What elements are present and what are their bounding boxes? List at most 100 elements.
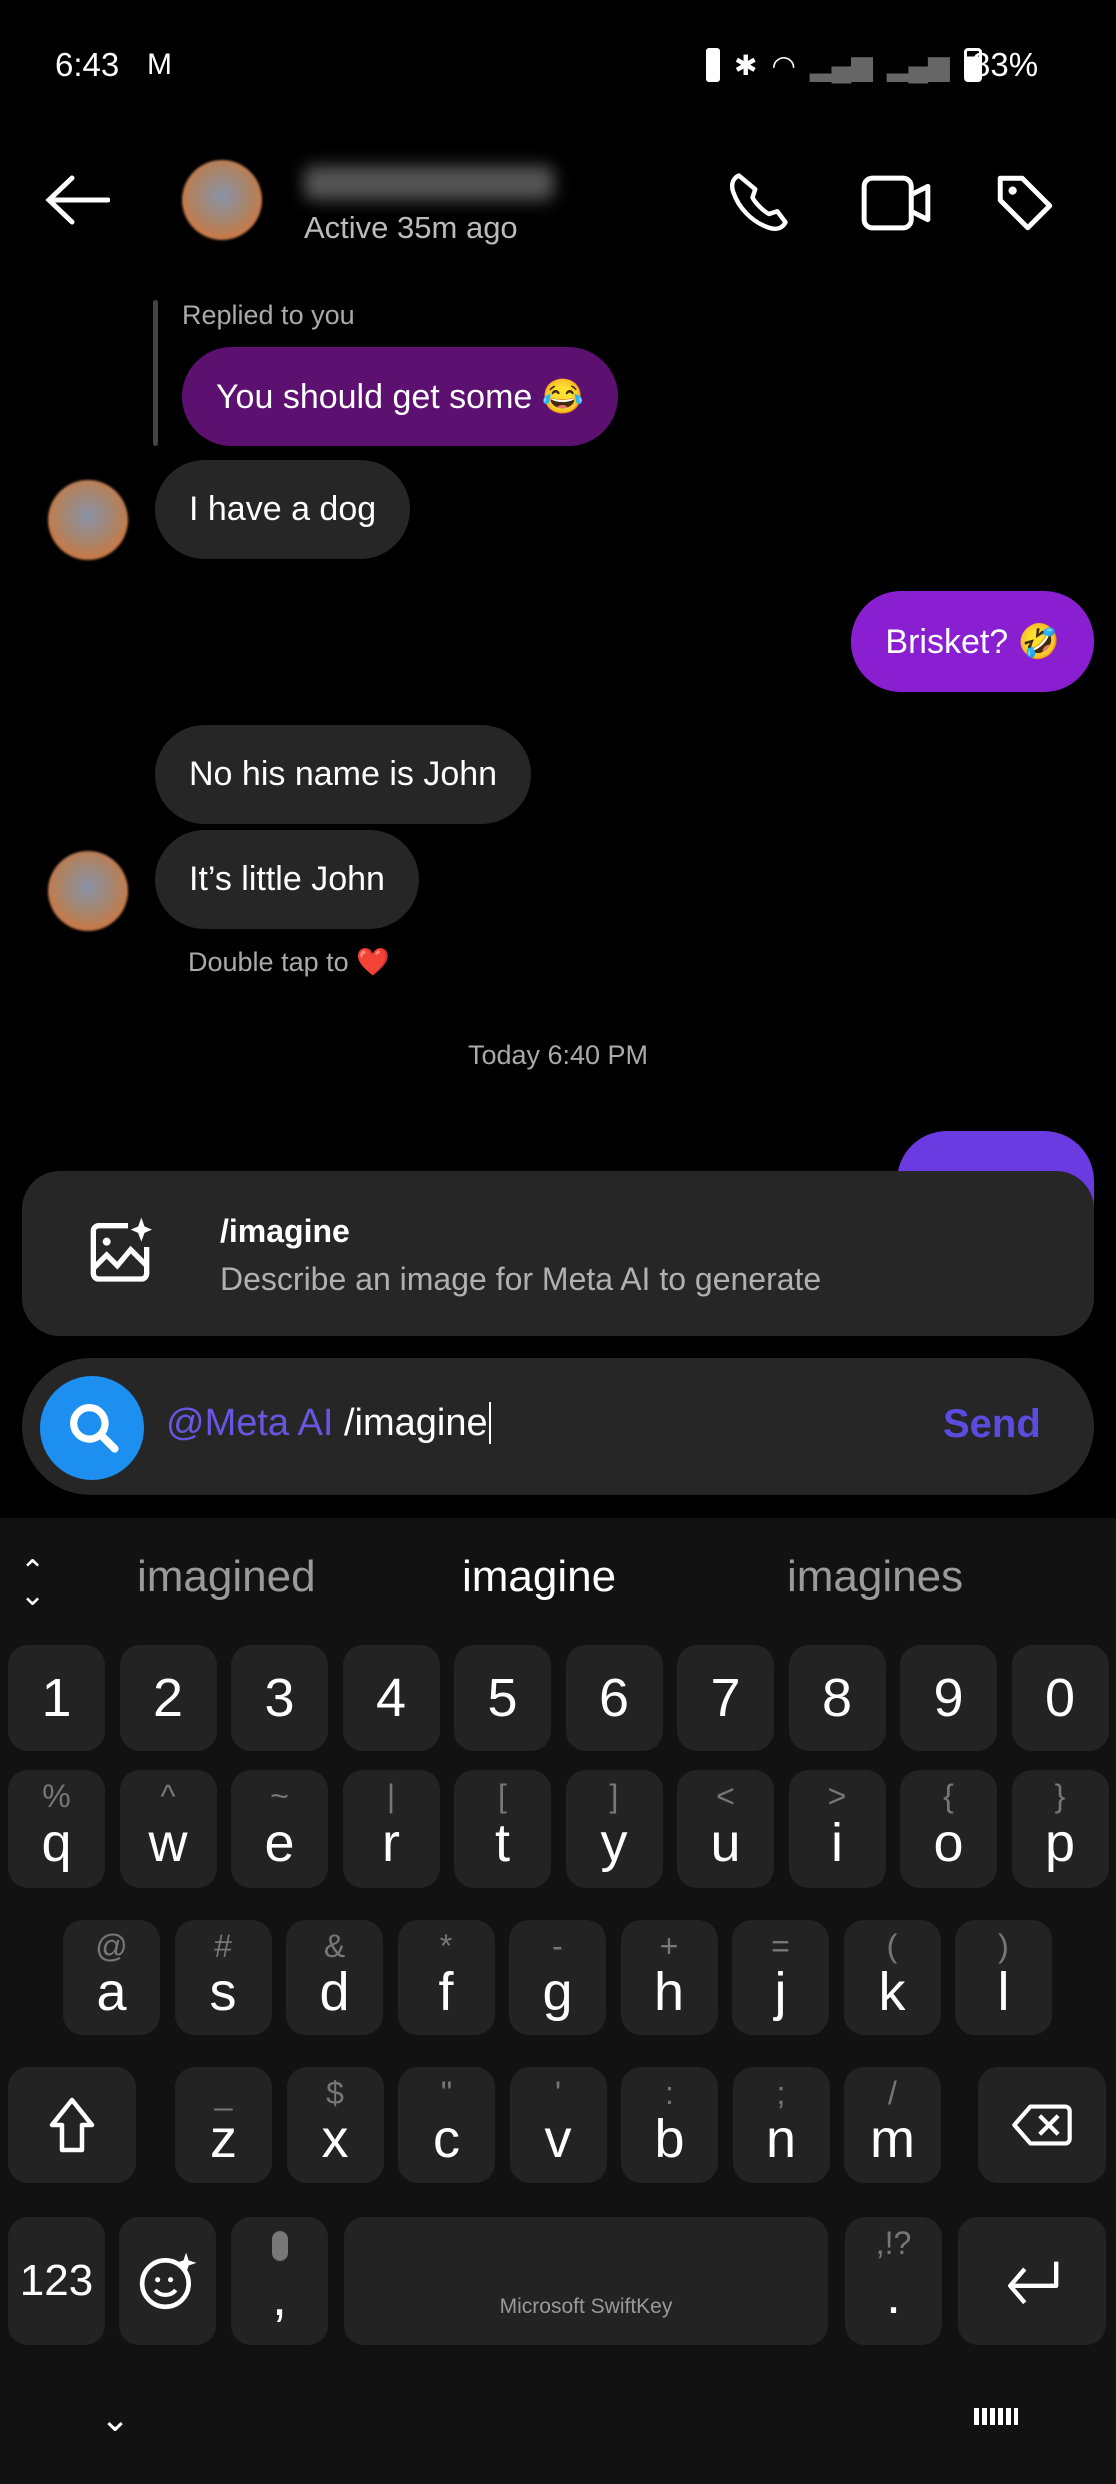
key-n[interactable]: ; n (732, 2067, 830, 2183)
key-v[interactable]: ' v (509, 2067, 607, 2183)
key-3[interactable]: 3 (231, 1645, 328, 1751)
message-bubble-received[interactable]: No his name is John (155, 725, 532, 824)
search-icon (70, 1404, 119, 1453)
back-arrow-icon[interactable] (44, 175, 110, 225)
suggestion-1[interactable]: imagined (137, 1552, 316, 1602)
key-g[interactable]: -g (509, 1920, 606, 2035)
meta-ai-search-button[interactable] (40, 1376, 144, 1480)
key-l[interactable]: ) l (955, 1920, 1052, 2035)
space-key[interactable]: Microsoft SwiftKey (344, 2217, 828, 2345)
message-composer[interactable]: @Meta AI /imagine Send (22, 1358, 1094, 1495)
key-u[interactable]: < u (677, 1770, 774, 1888)
video-icon[interactable] (860, 172, 932, 234)
key-label: f (438, 1961, 454, 2022)
key-alt-label: @ (95, 1928, 128, 1964)
key-7[interactable]: 7 (677, 1645, 774, 1751)
key-alt-label: ] (609, 1778, 619, 1814)
message-input[interactable]: @Meta AI /imagine (166, 1402, 491, 1445)
phone-icon[interactable] (725, 170, 791, 236)
key-label: 0 (1044, 1668, 1076, 1728)
key-2[interactable]: 2 (119, 1645, 217, 1751)
key-6[interactable]: 6 (565, 1645, 663, 1751)
comma-key[interactable]: , (231, 2217, 328, 2345)
key-c[interactable]: " c (398, 2067, 495, 2183)
emoji-key[interactable] (119, 2217, 216, 2345)
key-label: y (600, 1813, 628, 1873)
key-label: d (319, 1961, 350, 2022)
key-8[interactable]: 8 (788, 1645, 886, 1751)
numbers-key[interactable]: 123 (8, 2217, 105, 2345)
timestamp: Today 6:40 PM (467, 1040, 649, 1070)
message-bubble-received[interactable]: I have a dog (155, 460, 411, 559)
microphone-icon (271, 2231, 288, 2261)
status-icons: ✱ ◠ ▂▄▆ ▂▄▆ (706, 48, 982, 82)
suggestion-2[interactable]: imagine (462, 1552, 616, 1602)
key-label: h (653, 1961, 685, 2022)
key-label: w (148, 1813, 188, 1873)
key-q[interactable]: % q (8, 1770, 105, 1888)
backspace-key[interactable] (978, 2067, 1106, 2183)
key-t[interactable]: [t (454, 1770, 551, 1888)
key-1[interactable]: 1 (8, 1645, 105, 1751)
key-0[interactable]: 0 (1011, 1645, 1109, 1751)
keyboard-switch-icon[interactable] (974, 2408, 1018, 2430)
key-label: 1 (41, 1668, 72, 1728)
key-label: z (210, 2109, 237, 2169)
key-d[interactable]: & d (286, 1920, 383, 2035)
key-h[interactable]: + h (620, 1920, 718, 2035)
message-bubble-received[interactable]: It’s little John (155, 830, 419, 929)
backspace-icon (1012, 2104, 1072, 2146)
key-k[interactable]: (k (843, 1920, 941, 2035)
key-9[interactable]: 9 (900, 1645, 997, 1751)
key-p[interactable]: } p (1011, 1770, 1109, 1888)
gmail-icon: M (147, 48, 172, 81)
command-suggestion[interactable]: /imagine Describe an image for Meta AI t… (22, 1171, 1094, 1336)
send-button[interactable]: Send (943, 1402, 1041, 1447)
key-y[interactable]: ] y (565, 1770, 663, 1888)
key-s[interactable]: # s (174, 1920, 272, 2035)
tag-icon[interactable] (992, 170, 1058, 236)
enter-key[interactable] (958, 2217, 1106, 2345)
key-4[interactable]: 4 (342, 1645, 440, 1751)
key-b[interactable]: :b (621, 2067, 718, 2183)
period-key[interactable]: ,!?. (845, 2217, 942, 2345)
contact-avatar[interactable] (182, 160, 262, 240)
key-w[interactable]: ^ w (119, 1770, 217, 1888)
message-bubble-sent-reply[interactable]: You should get some 😂 (182, 347, 619, 446)
expand-toolbar-icon[interactable]: ⌃ ⌄ (20, 1557, 45, 1611)
key-label: e (264, 1813, 295, 1873)
message-bubble-sent[interactable]: Brisket? 🤣 (851, 591, 1094, 692)
key-label: r (382, 1813, 400, 1873)
key-label: l (997, 1961, 1010, 2022)
contact-avatar[interactable] (48, 851, 128, 931)
key-label: x (321, 2109, 349, 2169)
key-label: g (542, 1961, 573, 2022)
key-a[interactable]: @ a (63, 1920, 160, 2035)
heart-icon: ❤️ (356, 947, 390, 977)
key-label: t (494, 1813, 510, 1873)
contact-avatar[interactable] (48, 480, 128, 560)
key-x[interactable]: $ x (286, 2067, 384, 2183)
contact-name-blurred[interactable] (304, 166, 554, 200)
input-text: /imagine (343, 1402, 488, 1444)
key-r[interactable]: | r (342, 1770, 440, 1888)
text-cursor (488, 1402, 491, 1444)
key-z[interactable]: _ z (175, 2067, 272, 2183)
signal-icon: ▂▄▆ (809, 49, 873, 81)
emoji-sparkle-icon (139, 2252, 196, 2310)
key-i[interactable]: > i (788, 1770, 886, 1888)
key-alt-label: ) (998, 1928, 1009, 1964)
shift-key[interactable] (8, 2067, 136, 2183)
key-alt-label: % (42, 1778, 71, 1814)
key-e[interactable]: ~ e (231, 1770, 328, 1888)
key-o[interactable]: {o (900, 1770, 997, 1888)
command-title: /imagine (220, 1213, 350, 1249)
key-f[interactable]: * f (397, 1920, 495, 2035)
key-j[interactable]: = j (732, 1920, 829, 2035)
key-5[interactable]: 5 (454, 1645, 551, 1751)
suggestion-3[interactable]: imagines (787, 1552, 963, 1602)
key-m[interactable]: / m (844, 2067, 941, 2183)
key-label: 7 (710, 1668, 741, 1728)
key-alt-label: $ (326, 2075, 344, 2111)
hide-keyboard-icon[interactable]: ⌄ (100, 2398, 130, 2440)
